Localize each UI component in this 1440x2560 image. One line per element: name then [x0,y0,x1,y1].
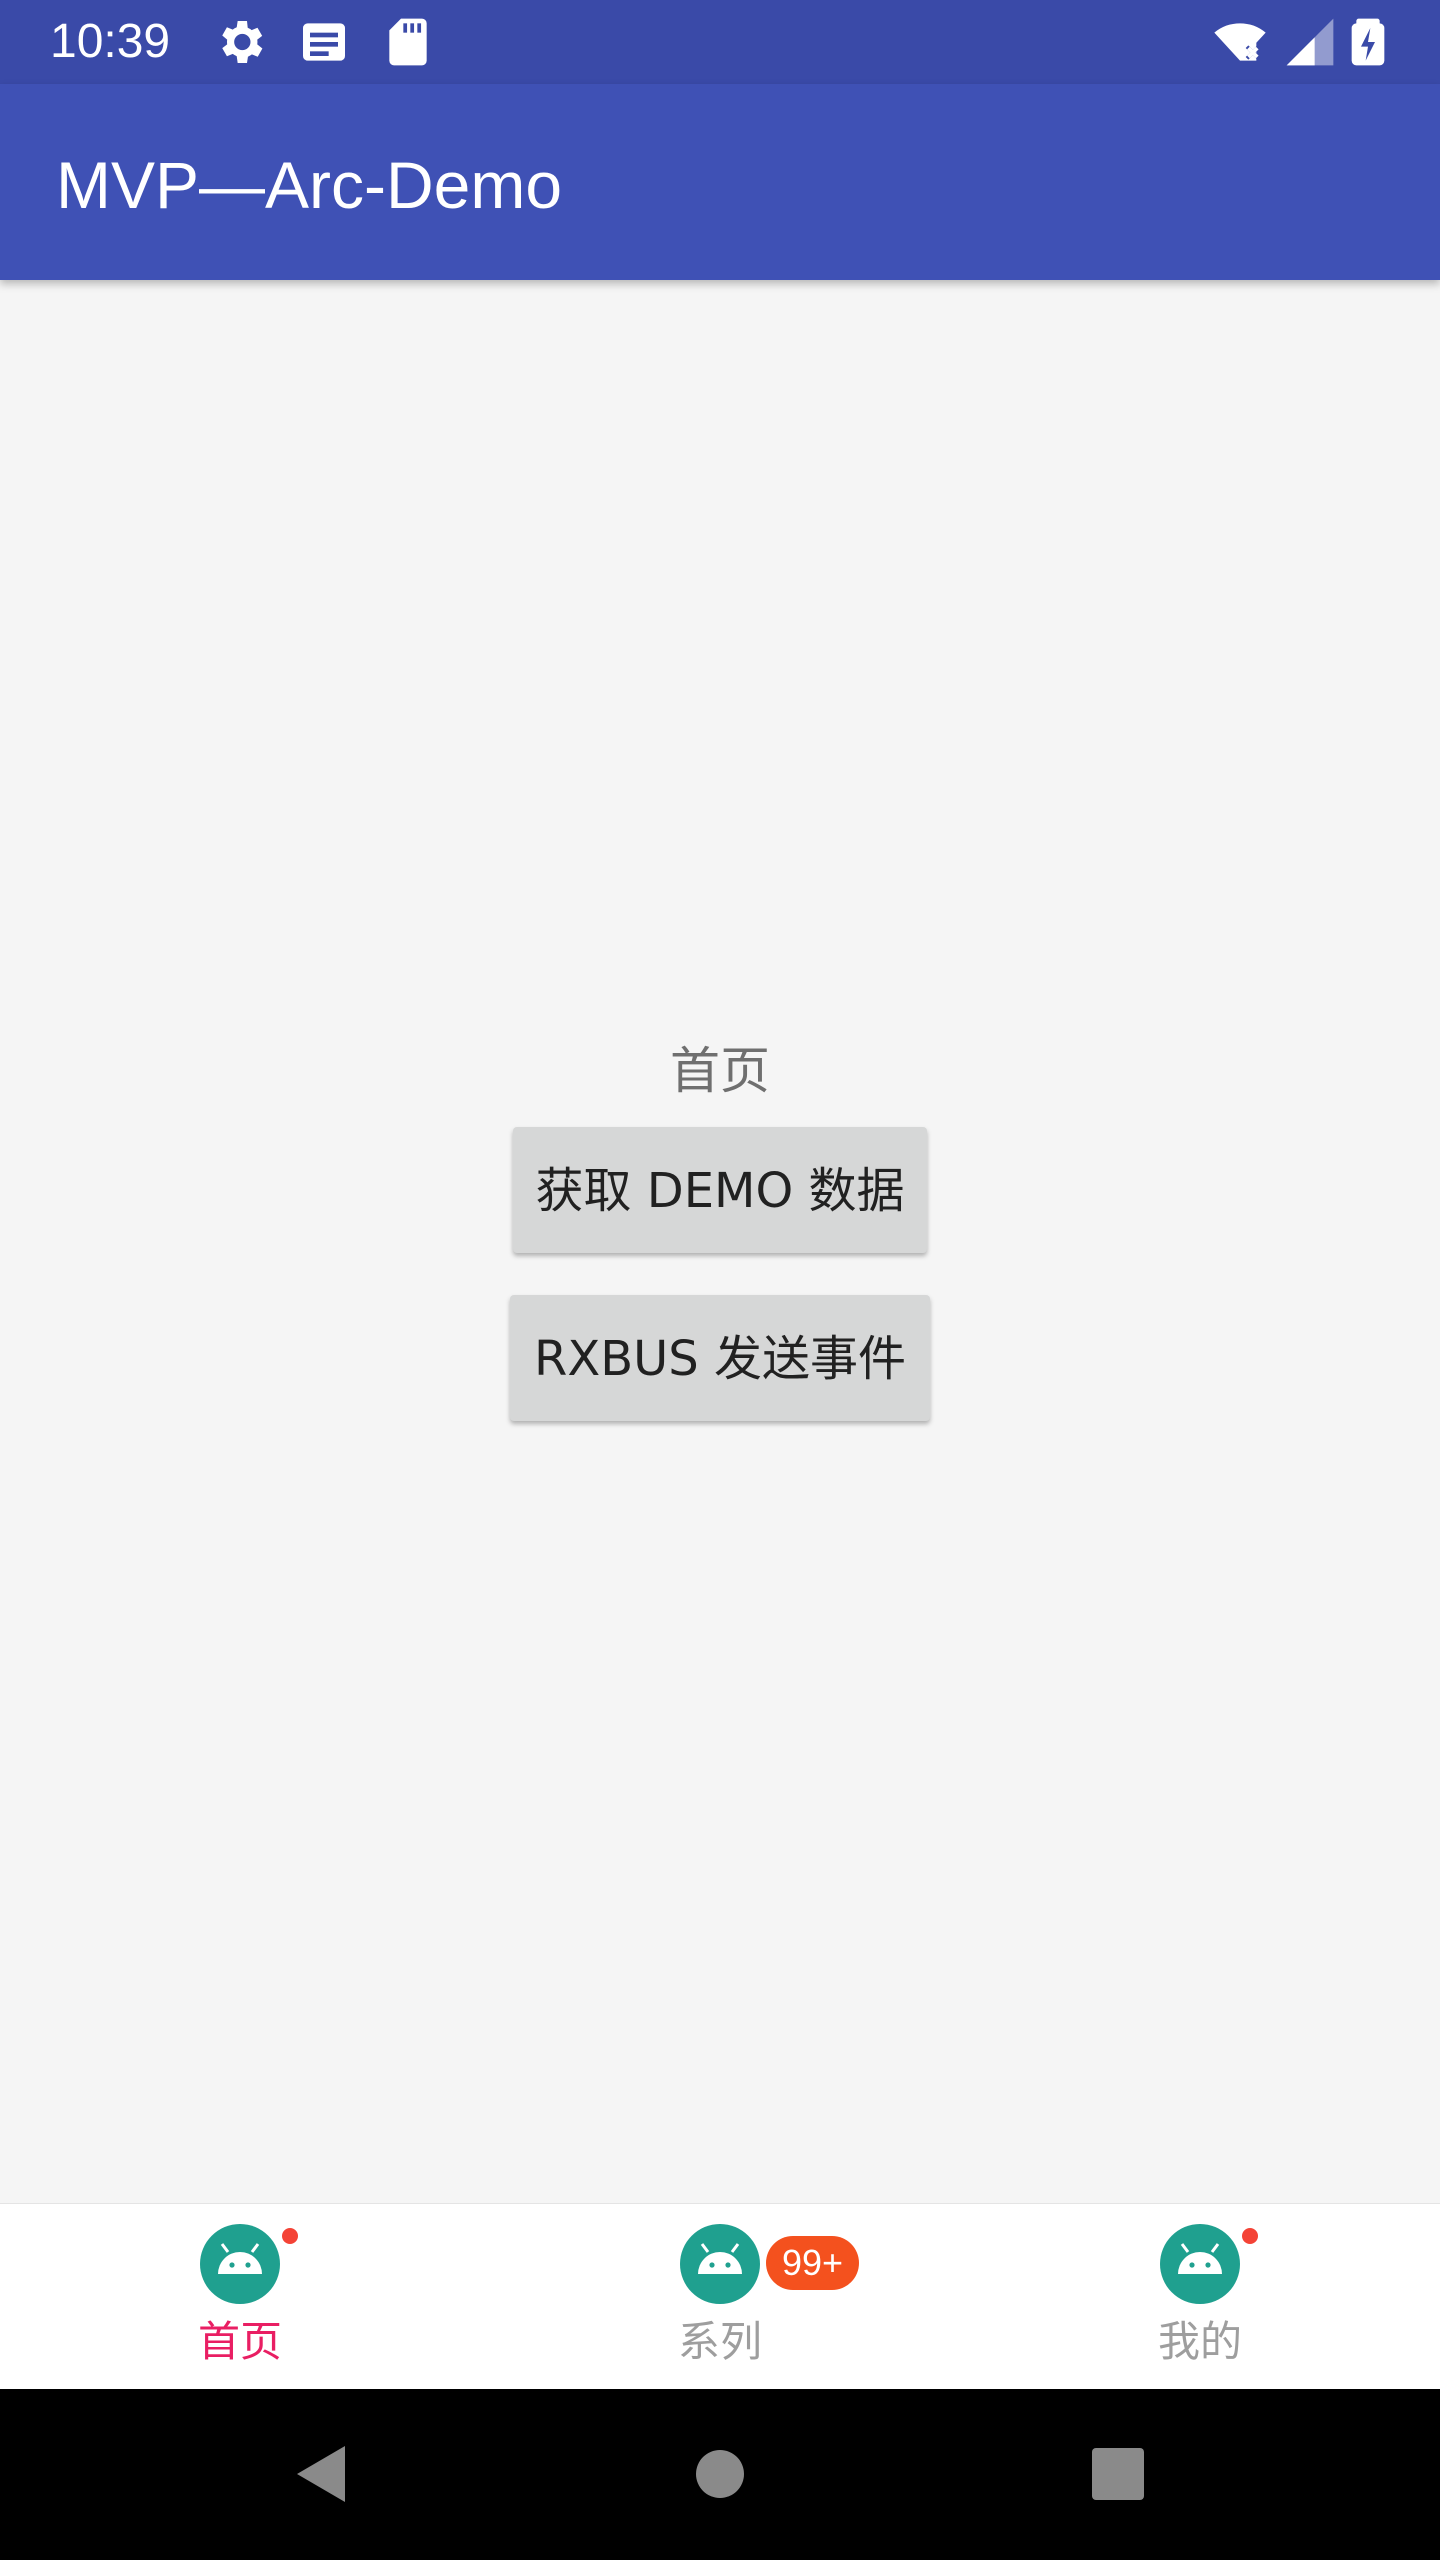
nav-item-home[interactable]: 首页 [0,2204,480,2390]
notification-dot [282,2228,298,2244]
main-content: 首页 获取 DEMO 数据 RXBUS 发送事件 [0,280,1440,2203]
android-icon [200,2224,280,2304]
status-bar: 10:39 [0,0,1440,84]
wifi-off-icon [1214,23,1266,61]
page-title: 首页 [670,1042,770,1100]
system-navigation-bar [0,2389,1440,2560]
home-icon[interactable] [680,2434,760,2514]
nav-label-mine: 我的 [1157,2317,1242,2366]
nav-item-mine[interactable]: 我的 [960,2204,1440,2390]
nav-item-series[interactable]: 99+ 系列 [480,2204,960,2390]
app-bar: MVP—Arc-Demo [0,84,1440,280]
sd-card-icon [389,18,427,66]
android-icon [680,2224,760,2304]
rxbus-send-event-button[interactable]: RXBUS 发送事件 [510,1295,930,1421]
notification-dot [1242,2228,1258,2244]
recents-icon[interactable] [1078,2434,1158,2514]
nav-label-series: 系列 [677,2317,762,2366]
news-icon [303,23,345,61]
count-badge: 99+ [766,2236,860,2290]
status-time: 10:39 [50,15,171,68]
battery-charging-icon [1351,18,1385,66]
gear-icon [222,21,263,63]
app-title: MVP—Arc-Demo [56,148,563,222]
signal-icon [1286,18,1334,66]
android-icon [1160,2224,1240,2304]
nav-label-home: 首页 [197,2317,282,2366]
back-icon[interactable] [283,2434,363,2514]
bottom-navigation: 首页 99+ 系列 我的 [0,2203,1440,2390]
fetch-demo-data-button[interactable]: 获取 DEMO 数据 [513,1127,927,1253]
